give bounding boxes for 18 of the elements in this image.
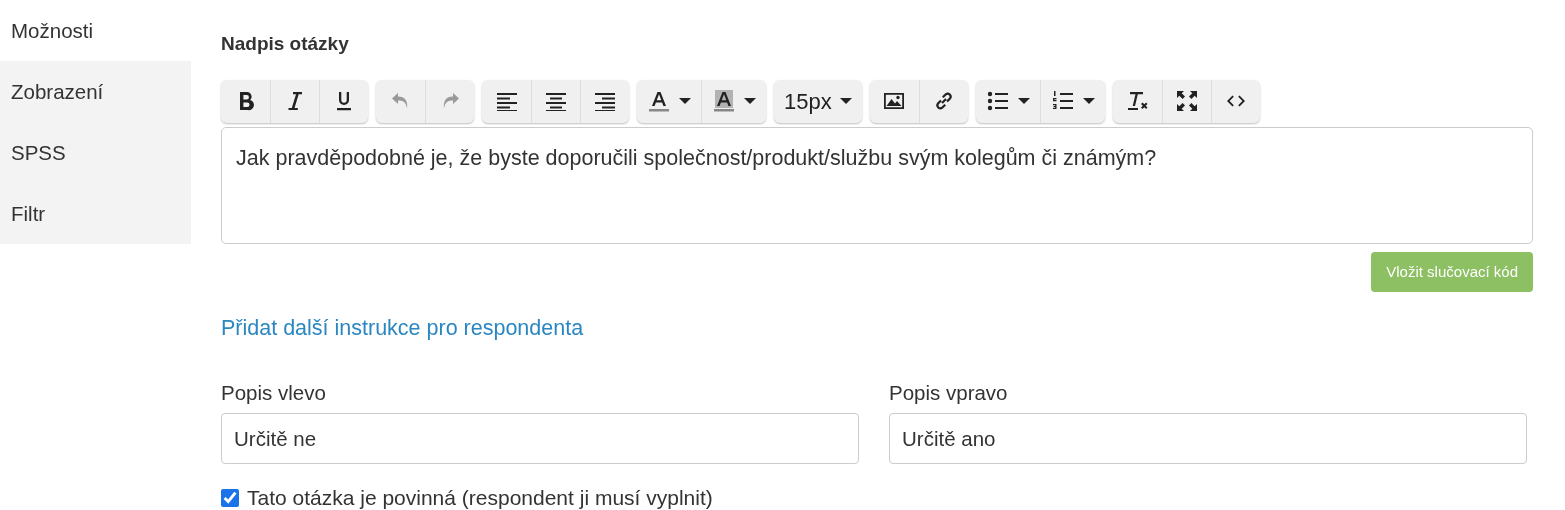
rich-text-editor[interactable]: Jak pravděpodobné je, že byste doporučili společnost/produkt/službu svým kolegům či známým? bbox=[221, 126, 1533, 244]
add-instructions-link[interactable]: Přidat další instrukce pro respondenta bbox=[221, 316, 584, 340]
fullscreen-icon bbox=[1174, 89, 1199, 113]
text-color-icon bbox=[647, 89, 671, 113]
text-field[interactable]: Určitě ne bbox=[221, 413, 859, 464]
field-label: Popis vpravo bbox=[889, 380, 1009, 407]
field-heading: Nadpis otázky bbox=[221, 32, 350, 56]
required-checkbox[interactable] bbox=[221, 488, 239, 507]
sidebar-tab[interactable]: Zobrazení bbox=[0, 61, 191, 122]
bullet-list-icon bbox=[985, 89, 1010, 113]
font-size-dropdown[interactable]: 15px bbox=[774, 79, 862, 123]
text-field[interactable]: Určitě ano bbox=[889, 413, 1527, 464]
checkbox-label: Tato otázka je povinná (respondent ji musí vyplnit) bbox=[247, 485, 713, 510]
sidebar-tab[interactable]: SPSS bbox=[0, 122, 191, 183]
sidebar-tab[interactable]: Filtr bbox=[0, 183, 191, 244]
highlight-icon bbox=[712, 89, 736, 113]
field-label: Popis vlevo bbox=[221, 380, 327, 407]
clear-format-icon bbox=[1125, 89, 1150, 113]
